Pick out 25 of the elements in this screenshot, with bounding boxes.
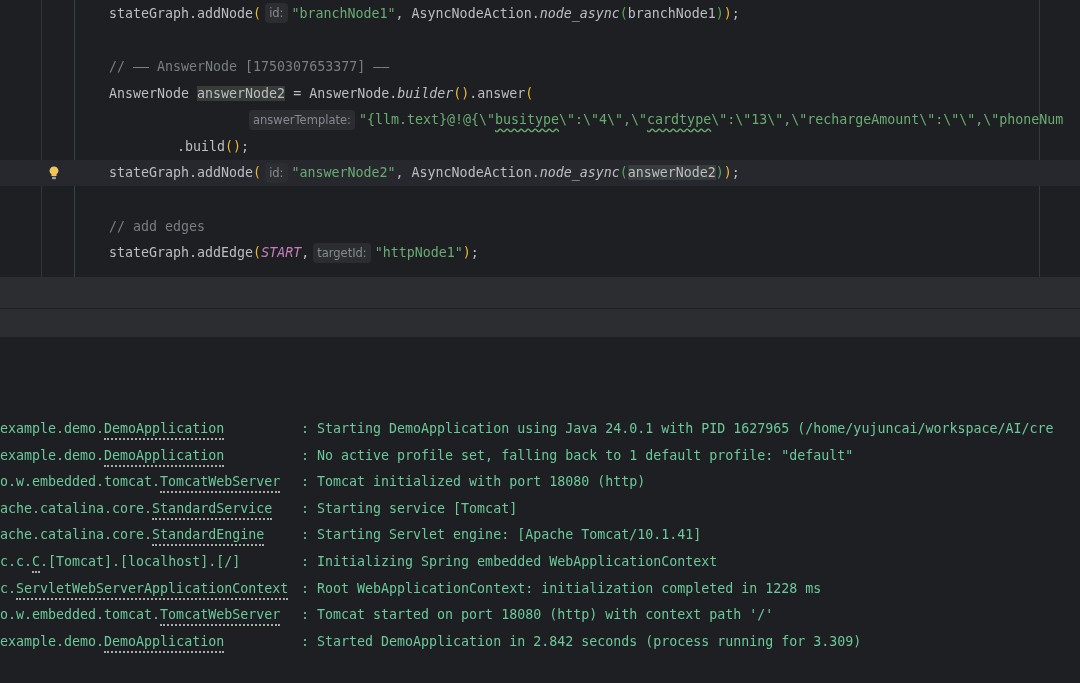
log-line: c.c.C.[Tomcat].[localhost].[/] : Initializing Spring embedded WebApplicationContext <box>0 548 1080 576</box>
code-text: "{llm.text}@!@{\"busitype\":\"4\",\"cardtype\":\"13\",\"rechargeAmount\":\"\",\"phoneNum <box>358 112 1064 128</box>
log-line: o.w.embedded.tomcat.TomcatWebServer : Tomcat initialized with port 18080 (http) <box>0 469 1080 496</box>
code-text: "httpNode1"); <box>374 245 479 261</box>
parameter-hint: answerTemplate: <box>249 109 355 130</box>
log-line: ache.catalina.core.StandardEngine : Starting Servlet engine: [Apache Tomcat/10.1.41] <box>0 522 1080 549</box>
parameter-hint: targetId: <box>313 242 371 263</box>
code-text: AnswerNode answerNode2 = AnswerNode.builder().answer( <box>109 85 534 101</box>
log-line: example.demo.DemoApplication : Starting DemoApplication using Java 24.0.1 with PID 1627965 (/home/yujuncai/workspace/AI/cre <box>0 416 1080 443</box>
code-text: stateGraph.addEdge(START, <box>109 245 310 261</box>
log-line: c.ServletWebServerApplicationContext : Root WebApplicationContext: initialization completed in 1228 ms <box>0 575 1080 603</box>
code-text: stateGraph.addNode( <box>109 165 262 181</box>
parameter-hint: id: <box>265 162 288 183</box>
code-text: "answerNode2", AsyncNodeAction.node_async(answerNode2)); <box>291 165 740 181</box>
log-line: example.demo.DemoApplication : Started DemoApplication in 2.842 seconds (process running for 3.309) <box>0 628 1080 656</box>
code-text: // —— AnswerNode [1750307653377] —— <box>109 59 390 74</box>
lightbulb-icon[interactable] <box>49 165 59 180</box>
parameter-hint: id: <box>265 3 288 24</box>
code-text: .build(); <box>177 138 250 154</box>
code-text: stateGraph.addNode( <box>109 5 262 21</box>
log-line: example.demo.DemoApplication : No active profile set, falling back to 1 default profile: "default" <box>0 442 1080 470</box>
log-line: ache.catalina.core.StandardService : Starting service [Tomcat] <box>0 495 1080 523</box>
code-text: "branchNode1", AsyncNodeAction.node_async(branchNode1)); <box>291 5 740 21</box>
code-text: // add edges <box>109 218 206 234</box>
log-line: o.w.embedded.tomcat.TomcatWebServer : Tomcat started on port 18080 (http) with context path '/' <box>0 602 1080 629</box>
